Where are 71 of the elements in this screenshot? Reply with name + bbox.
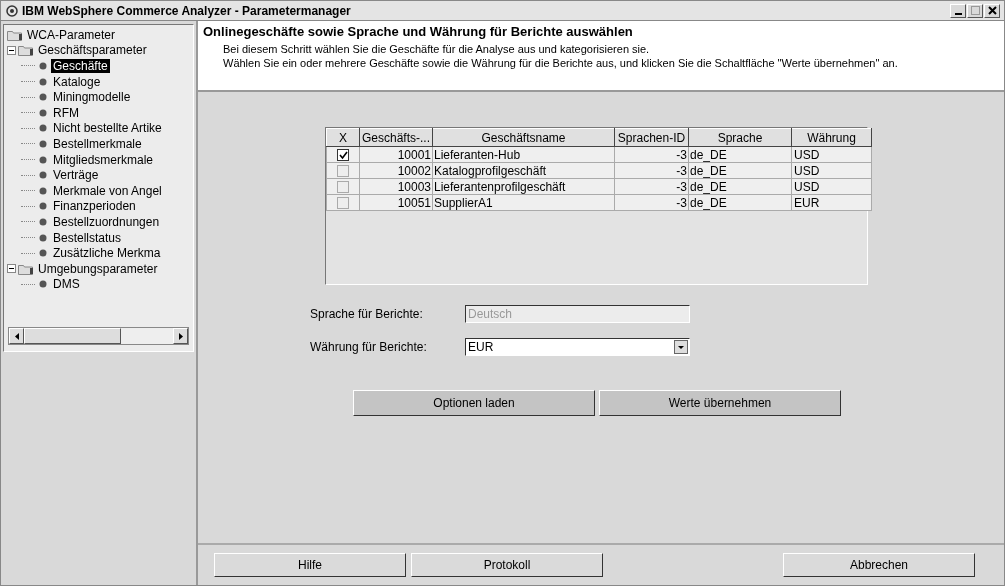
folder-icon — [18, 44, 34, 57]
tree-item[interactable]: Bestellmerkmale — [51, 136, 144, 151]
tree-item[interactable]: Bestellstatus — [51, 230, 124, 245]
bullet-icon — [39, 249, 47, 258]
tree-item[interactable]: Zusätzliche Merkma — [51, 246, 163, 261]
tree-item[interactable]: Bestellzuordnungen — [51, 214, 162, 229]
bullet-icon — [39, 186, 47, 195]
checkbox[interactable] — [337, 165, 349, 178]
bullet-icon — [39, 280, 47, 289]
page-title: Onlinegeschäfte sowie Sprache und Währung für Berichte auswählen — [203, 24, 634, 39]
tree-item[interactable]: DMS — [51, 277, 82, 292]
tree-item[interactable]: Umgebungsparameter — [36, 261, 160, 276]
right-triangle-icon — [178, 332, 183, 340]
scroll-thumb[interactable] — [24, 328, 121, 344]
bullet-icon — [39, 62, 47, 70]
horizontal-scrollbar[interactable] — [8, 327, 189, 345]
action-button[interactable]: Optionen laden — [353, 390, 595, 416]
checkbox[interactable] — [337, 181, 349, 194]
maximize-button[interactable] — [967, 3, 983, 18]
footer-button[interactable]: Protokoll — [411, 553, 603, 577]
bullet-icon — [39, 124, 47, 133]
currency-dropdown[interactable]: EUR — [465, 338, 690, 356]
checkbox[interactable] — [337, 149, 349, 162]
tree-item[interactable]: Geschäftsparameter — [36, 43, 149, 58]
bullet-icon — [39, 93, 47, 102]
collapse-icon[interactable] — [7, 264, 16, 274]
column-header[interactable]: Sprachen-ID — [614, 128, 689, 147]
tree-item[interactable]: Geschäfte — [51, 59, 110, 73]
bullet-icon — [39, 233, 47, 242]
tree-item[interactable]: Verträge — [51, 168, 101, 183]
field-label: Sprache für Berichte: — [310, 307, 424, 321]
tree-item[interactable]: Finanzperioden — [51, 199, 138, 214]
tree-item[interactable]: Miningmodelle — [51, 90, 133, 105]
close-button[interactable] — [984, 3, 1000, 18]
column-header[interactable]: Geschäftsname — [432, 128, 615, 147]
field-label: Währung für Berichte: — [310, 340, 428, 354]
tree-item[interactable]: WCA-Parameter — [25, 27, 117, 42]
scroll-left-button[interactable] — [9, 328, 24, 344]
bullet-icon — [39, 155, 47, 164]
folder-icon — [7, 28, 23, 41]
bullet-icon — [39, 171, 47, 180]
instruction-text: Bei diesem Schritt wählen Sie die Geschäfte für die Analyse aus und kategorisieren sie. — [222, 42, 651, 56]
checkbox[interactable] — [337, 197, 349, 210]
bullet-icon — [39, 108, 47, 117]
bullet-icon — [39, 139, 47, 148]
app-icon — [5, 3, 19, 18]
column-header[interactable]: Währung — [791, 128, 872, 147]
tree-item[interactable]: Merkmale von Angel — [51, 183, 164, 198]
action-button[interactable]: Werte übernehmen — [599, 390, 841, 416]
bullet-icon — [39, 217, 47, 226]
bullet-icon — [39, 202, 47, 211]
maximize-icon — [970, 6, 980, 15]
tree-item[interactable]: Kataloge — [51, 74, 103, 89]
tree-item[interactable]: RFM — [51, 105, 81, 120]
cancel-button[interactable]: Abbrechen — [783, 553, 975, 577]
tree-item[interactable]: Mitgliedsmerkmale — [51, 152, 156, 167]
left-triangle-icon — [14, 332, 19, 340]
tree-item[interactable]: Nicht bestellte Artike — [51, 121, 164, 136]
window-title: IBM WebSphere Commerce Analyzer - Parametermanager — [22, 3, 351, 18]
instruction-text: Wählen Sie ein oder mehrere Geschäfte sowie die Währung für die Berichte aus, und klicken Sie die Schaltfläche "Werte übernehmen" an. — [222, 56, 899, 70]
column-header[interactable]: Geschäfts-... — [359, 128, 433, 147]
minimize-icon — [954, 12, 962, 15]
collapse-icon[interactable] — [7, 45, 16, 55]
footer-button[interactable]: Hilfe — [214, 553, 406, 577]
bullet-icon — [39, 77, 47, 86]
column-header[interactable]: X — [326, 128, 360, 147]
folder-icon — [18, 262, 34, 275]
minimize-button[interactable] — [950, 3, 966, 18]
close-icon — [987, 6, 997, 15]
scroll-right-button[interactable] — [173, 328, 188, 344]
column-header[interactable]: Sprache — [688, 128, 792, 147]
